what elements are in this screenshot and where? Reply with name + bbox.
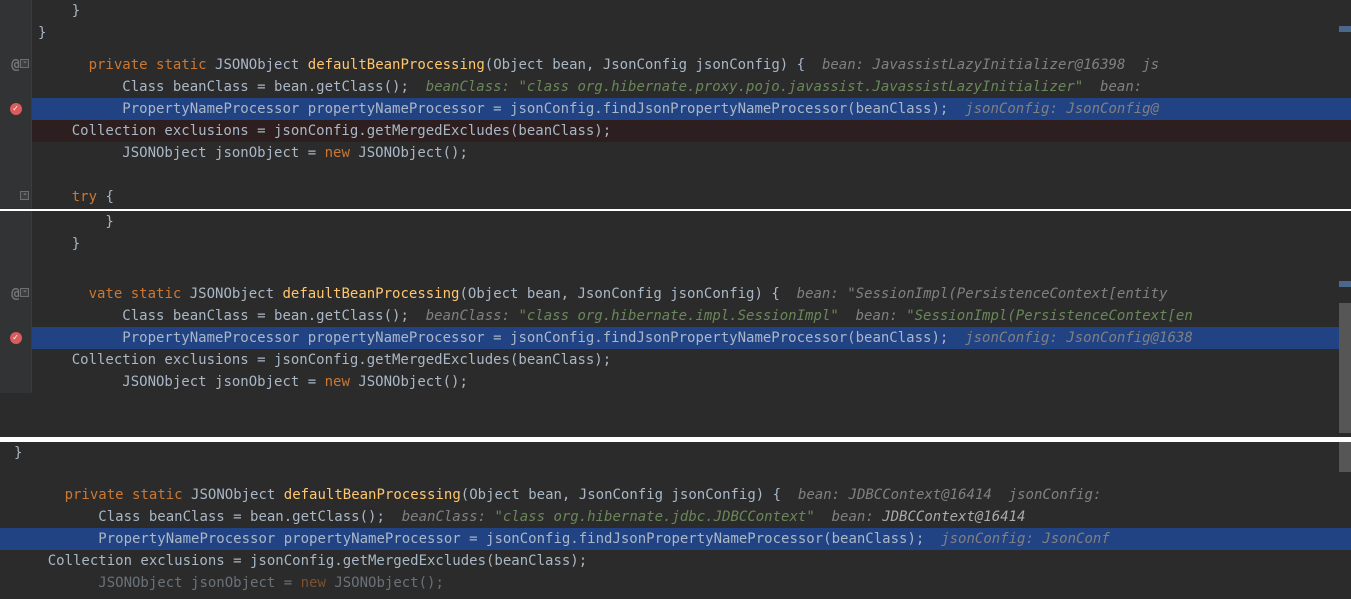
gutter[interactable] bbox=[0, 211, 32, 233]
code-line[interactable]: JSONObject jsonObject = new JSONObject()… bbox=[0, 371, 1351, 393]
code-text: { bbox=[97, 189, 114, 205]
gutter[interactable] bbox=[0, 186, 32, 208]
code-line[interactable]: try { bbox=[0, 186, 1351, 208]
code-line[interactable]: JSONObject jsonObject = new JSONObject()… bbox=[0, 572, 1351, 594]
fold-toggle-icon[interactable] bbox=[20, 59, 29, 68]
gutter bbox=[0, 44, 32, 54]
gutter[interactable] bbox=[0, 142, 32, 164]
code-line[interactable]: } bbox=[0, 233, 1351, 255]
gutter[interactable] bbox=[0, 371, 32, 393]
gutter[interactable] bbox=[0, 208, 32, 209]
code-text: JSONObject jsonObject = bbox=[89, 145, 325, 161]
gutter[interactable] bbox=[0, 164, 32, 186]
code-text: JSONObject(); bbox=[350, 374, 468, 390]
code-text: } bbox=[38, 3, 80, 19]
gutter[interactable] bbox=[0, 349, 32, 371]
code-text: PropertyNameProcessor propertyNameProces… bbox=[65, 531, 942, 547]
code-line[interactable]: } bbox=[0, 442, 1351, 464]
gutter[interactable]: @ bbox=[0, 54, 32, 76]
gutter[interactable] bbox=[0, 120, 32, 142]
code-text: } bbox=[14, 445, 22, 461]
editor-panel-3[interactable]: } private static JSONObject defaultBeanP… bbox=[0, 442, 1351, 599]
code-text: PropertyNameProcessor propertyNameProces… bbox=[89, 330, 966, 346]
gutter[interactable] bbox=[0, 233, 32, 255]
code-text: } bbox=[38, 236, 80, 252]
inlay-hint: jsonConfig: JsonConf bbox=[941, 531, 1110, 547]
editor-panel-2[interactable]: } } @ vate static JSONObject defaultBean… bbox=[0, 211, 1351, 437]
code-text: JSONObject jsonObject = bbox=[65, 575, 301, 591]
keyword: new bbox=[325, 374, 350, 390]
keyword: new bbox=[301, 575, 326, 591]
gutter[interactable] bbox=[0, 22, 32, 44]
code-line[interactable]: } bbox=[0, 0, 1351, 22]
gutter[interactable] bbox=[0, 0, 32, 22]
keyword: try bbox=[72, 189, 97, 205]
code-line-execution-point[interactable]: PropertyNameProcessor propertyNameProces… bbox=[0, 528, 1351, 550]
code-text: JSONObject(); bbox=[350, 145, 468, 161]
code-text: PropertyNameProcessor propertyNameProces… bbox=[89, 101, 966, 117]
gutter[interactable] bbox=[0, 305, 32, 327]
code-line-execution-point[interactable]: PropertyNameProcessor propertyNameProces… bbox=[0, 327, 1351, 349]
code-text: JSONObject jsonObject = bbox=[89, 374, 325, 390]
inlay-hint: jsonConfig: JsonConfig@ bbox=[965, 101, 1159, 117]
override-gutter-icon[interactable]: @ bbox=[11, 54, 19, 76]
code-text: } bbox=[38, 214, 114, 230]
inlay-hint: jsonConfig: JsonConfig@1638 bbox=[965, 330, 1193, 346]
code-line[interactable]: } bbox=[0, 211, 1351, 233]
gutter-breakpoint[interactable] bbox=[0, 98, 32, 120]
gutter[interactable] bbox=[0, 76, 32, 98]
fold-toggle-icon[interactable] bbox=[20, 191, 29, 200]
override-gutter-icon[interactable]: @ bbox=[11, 283, 19, 305]
keyword: new bbox=[325, 145, 350, 161]
code-text: JSONObject(); bbox=[326, 575, 444, 591]
gutter-breakpoint[interactable] bbox=[0, 327, 32, 349]
breakpoint-verified-icon[interactable] bbox=[10, 103, 22, 115]
code-line[interactable]: PropertyDescriptor[] pds = PropertyUtils… bbox=[0, 208, 1351, 209]
gutter bbox=[0, 255, 32, 283]
blank-line[interactable] bbox=[0, 164, 1351, 186]
editor-panel-1[interactable]: } } @ private static JSONObject defaultB… bbox=[0, 0, 1351, 209]
code-line-execution-point[interactable]: PropertyNameProcessor propertyNameProces… bbox=[0, 98, 1351, 120]
code-line[interactable]: JSONObject jsonObject = new JSONObject()… bbox=[0, 142, 1351, 164]
fold-toggle-icon[interactable] bbox=[20, 288, 29, 297]
breakpoint-verified-icon[interactable] bbox=[10, 332, 22, 344]
gutter[interactable]: @ bbox=[0, 283, 32, 305]
